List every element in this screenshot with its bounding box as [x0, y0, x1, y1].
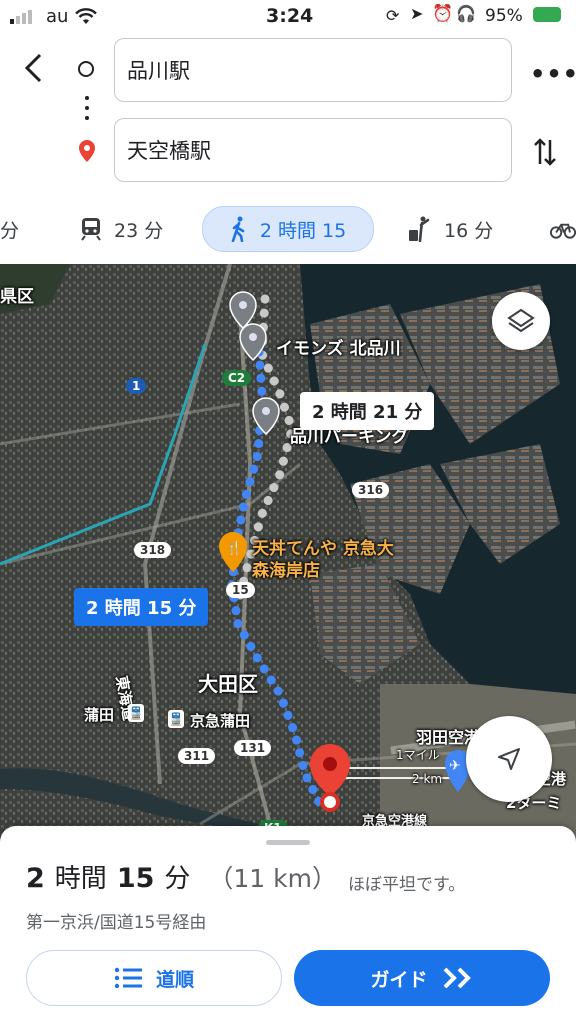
battery-percent: 95% — [485, 6, 523, 26]
layers-button[interactable] — [492, 292, 550, 350]
steps-label: 道順 — [155, 968, 194, 991]
map-label-ota: 大田区 — [198, 672, 258, 696]
mode-walk-label: 2 時間 15 — [259, 219, 347, 242]
scale-mile: 1マイル — [396, 748, 440, 762]
bike-icon — [550, 223, 576, 239]
walk-icon — [231, 216, 245, 242]
distance: （11 km） — [208, 864, 337, 893]
road-badge: 131 — [234, 740, 272, 756]
origin-field[interactable]: 品川駅 — [114, 38, 512, 102]
duration-minutes-unit: 分 — [164, 864, 191, 894]
swap-icon[interactable] — [532, 136, 558, 168]
origin-text: 品川駅 — [127, 59, 190, 83]
route-callout-alt[interactable]: 2 時間 21 分 — [300, 392, 435, 430]
svg-text:✈: ✈ — [449, 758, 461, 774]
svg-text:🍴: 🍴 — [226, 540, 242, 556]
steps-button[interactable]: 道順 — [26, 950, 282, 1006]
map-label-imons: イモンズ 北品川 — [276, 339, 401, 359]
mode-drive[interactable]: 分 — [0, 206, 30, 252]
ride-hail-icon — [409, 216, 430, 242]
drag-handle[interactable] — [266, 840, 310, 845]
route-via: 第一京浜/国道15号経由 — [26, 913, 207, 933]
mode-walk[interactable]: 2 時間 15 — [202, 206, 374, 252]
screen-lock-icon: ⟳ — [386, 6, 400, 25]
train-station-icon: 🚆 — [128, 704, 144, 722]
mode-drive-label: 分 — [0, 219, 20, 242]
destination-text: 天空橋駅 — [127, 139, 211, 163]
headphones-icon: 🎧 — [456, 4, 476, 23]
clock: 3:24 — [266, 5, 314, 27]
scale-km: 2 km — [412, 772, 443, 786]
wifi-icon — [75, 8, 97, 24]
road-badge: 1 — [126, 378, 147, 394]
road-badge: C2 — [222, 370, 252, 386]
battery-icon — [533, 7, 561, 22]
mode-transit-label: 23 分 — [114, 219, 164, 242]
duration-minutes: 15 — [116, 863, 155, 894]
alarm-icon: ⏰ — [432, 4, 454, 24]
duration-hours: 2 — [26, 863, 45, 894]
mode-bike[interactable] — [550, 206, 576, 252]
road-badge: 318 — [134, 542, 172, 558]
origin-circle-icon — [78, 61, 94, 77]
destination-field[interactable]: 天空橋駅 — [114, 118, 512, 182]
navigation-arrow-icon — [498, 748, 520, 770]
back-icon[interactable] — [22, 52, 46, 84]
mode-ride-label: 16 分 — [444, 219, 494, 242]
map-label-ward: 県区 — [0, 287, 34, 307]
road-badge: 15 — [226, 582, 255, 598]
more-options-icon[interactable]: ••• — [530, 60, 576, 88]
route-summary: 2 時間 15 分 （11 km） — [26, 858, 337, 895]
route-callout-selected-text: 2 時間 15 分 — [86, 598, 197, 619]
route-callout-selected[interactable]: 2 時間 15 分 — [74, 588, 209, 626]
road-badge: 316 — [352, 482, 390, 498]
map-label-kamata: 蒲田 — [84, 706, 115, 724]
train-station-icon: 🚆 — [168, 710, 184, 728]
guide-button[interactable]: ガイド — [294, 950, 550, 1006]
route-note: ほぼ平坦です。 — [348, 875, 466, 895]
mode-transit[interactable]: 23 分 — [80, 206, 180, 252]
carrier-label: au — [46, 6, 69, 27]
route-callout-alt-text: 2 時間 21 分 — [312, 402, 423, 423]
list-icon — [114, 967, 142, 989]
status-bar: au 3:24 ⟳ ➤ ⏰ 🎧 95% — [0, 0, 576, 34]
layers-icon — [507, 308, 535, 333]
train-icon — [81, 218, 101, 241]
road-badge: 311 — [178, 748, 216, 764]
destination-pin-icon — [79, 140, 95, 162]
guide-label: ガイド — [370, 968, 428, 991]
map-label-tenya-2: 森海岸店 — [252, 561, 320, 581]
location-arrow-icon: ➤ — [410, 4, 424, 23]
map-label-keikyu-kamata: 京急蒲田 — [190, 712, 251, 730]
map-view[interactable]: 🍴 ✈ C2 1 316 318 15 311 131 K1 県区 イモンズ 北… — [0, 264, 576, 844]
signal-icon — [10, 10, 32, 24]
my-location-button[interactable] — [466, 716, 552, 802]
double-chevron-right-icon — [443, 967, 471, 989]
mode-ride[interactable]: 16 分 — [408, 206, 498, 252]
duration-hours-unit: 時間 — [54, 864, 107, 894]
